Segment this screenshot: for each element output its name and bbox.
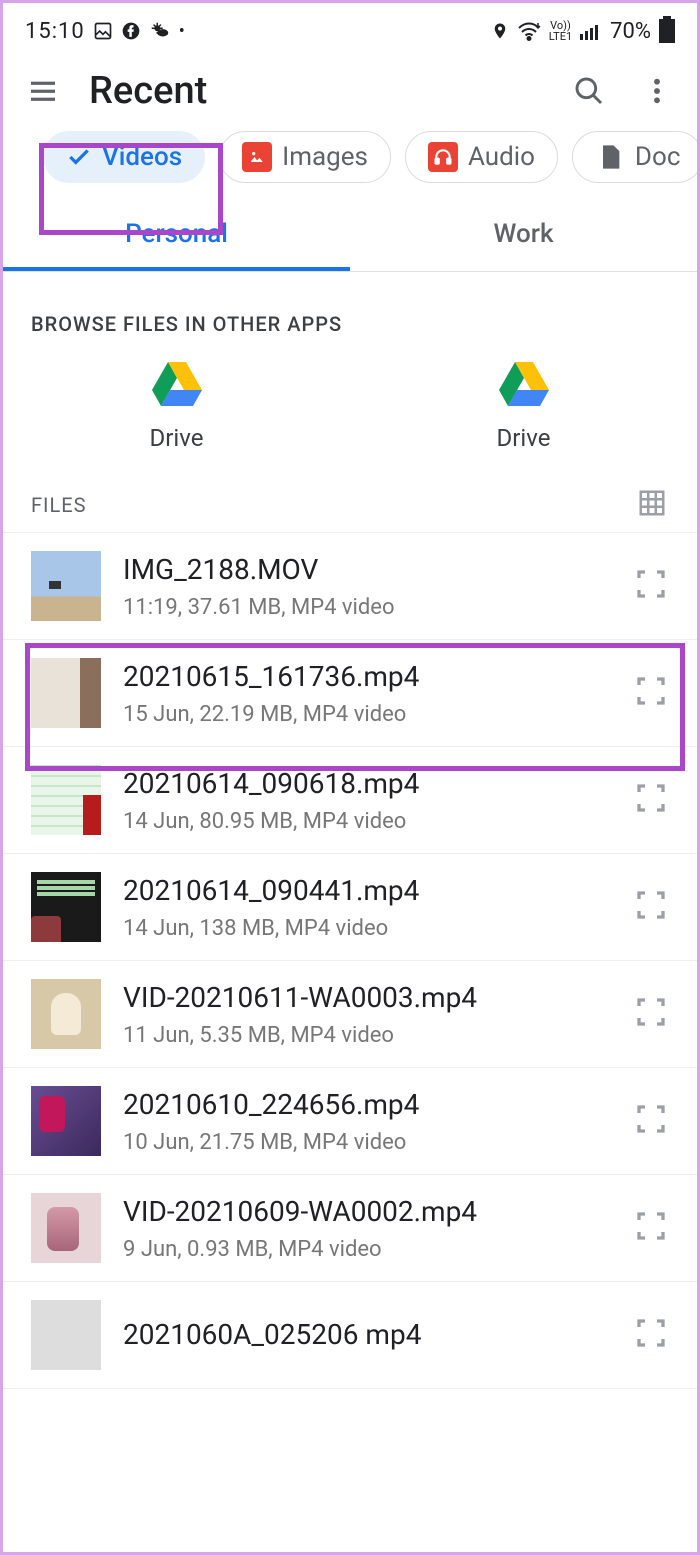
chip-images[interactable]: Images: [219, 131, 391, 183]
file-row[interactable]: 20210610_224656.mp4 10 Jun, 21.75 MB, MP4…: [3, 1068, 697, 1175]
file-thumbnail: [31, 1193, 101, 1263]
file-text: VID-20210609-WA0002.mp4 9 Jun, 0.93 MB, M…: [123, 1194, 611, 1261]
file-row[interactable]: VID-20210609-WA0002.mp4 9 Jun, 0.93 MB, M…: [3, 1175, 697, 1282]
file-name: 20210614_090618.mp4: [123, 766, 611, 802]
facebook-icon: [121, 21, 141, 41]
file-text: 2021060A_025206 mp4: [123, 1317, 611, 1353]
app-drive-1[interactable]: Drive: [3, 358, 350, 452]
file-name: VID-20210611-WA0003.mp4: [123, 980, 611, 1016]
location-icon: [491, 20, 509, 42]
expand-icon[interactable]: [633, 994, 669, 1034]
apps-row: Drive Drive: [3, 350, 697, 462]
file-row[interactable]: 2021060A_025206 mp4: [3, 1282, 697, 1389]
status-time: 15:10: [25, 19, 85, 44]
chip-label: Videos: [102, 142, 182, 172]
chip-label: Doc: [635, 142, 681, 172]
chip-documents[interactable]: Doc: [572, 131, 697, 183]
page-title: Recent: [89, 69, 543, 113]
file-text: 20210610_224656.mp4 10 Jun, 21.75 MB, MP4…: [123, 1087, 611, 1154]
file-row[interactable]: IMG_2188.MOV 11:19, 37.61 MB, MP4 video: [3, 532, 697, 640]
chip-label: Audio: [468, 142, 535, 172]
file-name: 20210610_224656.mp4: [123, 1087, 611, 1123]
signal-icon: [580, 22, 602, 40]
grid-view-button[interactable]: [637, 488, 667, 522]
file-meta: 15 Jun, 22.19 MB, MP4 video: [123, 702, 611, 727]
chip-label: Images: [282, 142, 368, 172]
battery-icon: [659, 19, 675, 43]
network-label: Vo)) LTE1: [549, 20, 572, 42]
file-name: IMG_2188.MOV: [123, 552, 611, 588]
chip-audio[interactable]: Audio: [405, 131, 558, 183]
file-name: 20210615_161736.mp4: [123, 659, 611, 695]
expand-icon[interactable]: [633, 1208, 669, 1248]
browse-section-title: BROWSE FILES IN OTHER APPS: [3, 272, 697, 350]
file-meta: 10 Jun, 21.75 MB, MP4 video: [123, 1130, 611, 1155]
status-bar: 15:10 • Vo)) LTE1 70%: [3, 3, 697, 59]
file-row[interactable]: VID-20210611-WA0003.mp4 11 Jun, 5.35 MB, …: [3, 961, 697, 1068]
app-label: Drive: [150, 424, 204, 452]
app-drive-2[interactable]: Drive: [350, 358, 697, 452]
file-text: IMG_2188.MOV 11:19, 37.61 MB, MP4 video: [123, 552, 611, 619]
file-thumbnail: [31, 979, 101, 1049]
profile-tabs: Personal Work: [3, 201, 697, 272]
file-thumbnail: [31, 765, 101, 835]
file-thumbnail: [31, 1300, 101, 1370]
file-meta: 9 Jun, 0.93 MB, MP4 video: [123, 1237, 611, 1262]
file-name: 20210614_090441.mp4: [123, 873, 611, 909]
expand-icon[interactable]: [633, 1315, 669, 1355]
check-icon: [66, 144, 92, 170]
image-icon: [242, 142, 272, 172]
filter-chips: Videos Images Audio Doc: [3, 131, 697, 193]
file-row[interactable]: 20210614_090441.mp4 14 Jun, 138 MB, MP4 v…: [3, 854, 697, 961]
file-name: VID-20210609-WA0002.mp4: [123, 1194, 611, 1230]
file-text: VID-20210611-WA0003.mp4 11 Jun, 5.35 MB, …: [123, 980, 611, 1047]
file-text: 20210614_090441.mp4 14 Jun, 138 MB, MP4 v…: [123, 873, 611, 940]
more-button[interactable]: [635, 69, 679, 113]
file-row[interactable]: 20210614_090618.mp4 14 Jun, 80.95 MB, MP4…: [3, 747, 697, 854]
file-thumbnail: [31, 1086, 101, 1156]
file-row[interactable]: 20210615_161736.mp4 15 Jun, 22.19 MB, MP4…: [3, 640, 697, 747]
file-text: 20210615_161736.mp4 15 Jun, 22.19 MB, MP4…: [123, 659, 611, 726]
status-dot-icon: •: [179, 21, 185, 42]
app-bar: Recent: [3, 59, 697, 131]
file-text: 20210614_090618.mp4 14 Jun, 80.95 MB, MP4…: [123, 766, 611, 833]
file-thumbnail: [31, 551, 101, 621]
search-button[interactable]: [567, 69, 611, 113]
files-section-title: FILES: [31, 493, 87, 517]
drive-icon: [150, 358, 204, 406]
app-label: Drive: [497, 424, 551, 452]
weather-icon: [149, 21, 171, 41]
expand-icon[interactable]: [633, 1101, 669, 1141]
menu-button[interactable]: [21, 69, 65, 113]
file-thumbnail: [31, 872, 101, 942]
document-icon: [595, 142, 625, 172]
files-section-header: FILES: [3, 462, 697, 532]
tab-work[interactable]: Work: [350, 201, 697, 271]
expand-icon[interactable]: [633, 673, 669, 713]
file-list: IMG_2188.MOV 11:19, 37.61 MB, MP4 video 20…: [3, 532, 697, 1389]
battery-percent: 70%: [610, 19, 651, 44]
file-name: 2021060A_025206 mp4: [123, 1317, 611, 1353]
tab-personal[interactable]: Personal: [3, 201, 350, 271]
drive-icon: [497, 358, 551, 406]
expand-icon[interactable]: [633, 566, 669, 606]
file-meta: 14 Jun, 138 MB, MP4 video: [123, 916, 611, 941]
expand-icon[interactable]: [633, 780, 669, 820]
image-icon: [93, 21, 113, 41]
file-meta: 11 Jun, 5.35 MB, MP4 video: [123, 1023, 611, 1048]
expand-icon[interactable]: [633, 887, 669, 927]
file-thumbnail: [31, 658, 101, 728]
chip-videos[interactable]: Videos: [43, 131, 205, 183]
headphones-icon: [428, 142, 458, 172]
wifi-icon: [517, 21, 541, 41]
file-meta: 14 Jun, 80.95 MB, MP4 video: [123, 809, 611, 834]
file-meta: 11:19, 37.61 MB, MP4 video: [123, 595, 611, 620]
